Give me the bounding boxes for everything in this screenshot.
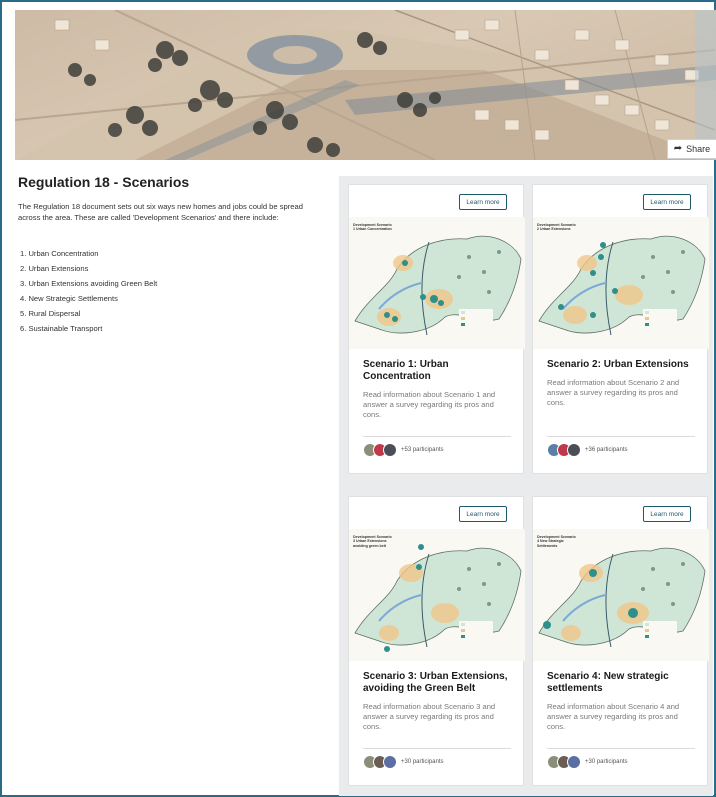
page-title: Regulation 18 - Scenarios <box>18 174 190 190</box>
scenario-card-1[interactable]: Learn more Development Scenario 1 Urban … <box>348 184 525 474</box>
card-description: Read information about Scenario 3 and an… <box>363 702 496 731</box>
participants-row[interactable]: +30 participants <box>547 755 628 769</box>
map-heading: Development Scenario 2 Urban Extensions <box>537 223 576 232</box>
card-divider <box>547 436 695 437</box>
avatar <box>383 443 397 457</box>
participants-count: +30 participants <box>585 759 628 765</box>
scenario-card-3[interactable]: Learn more Development Scenario 3 Urban … <box>348 496 525 786</box>
card-description: Read information about Scenario 1 and an… <box>363 390 496 419</box>
scenario-list-item: 4. New Strategic Settlements <box>20 294 118 303</box>
card-divider <box>363 436 511 437</box>
scenario-map-image: Development Scenario 2 Urban Extensions <box>533 217 709 349</box>
hero-image: ➦ Share <box>15 10 716 160</box>
learn-more-button[interactable]: Learn more <box>643 506 691 522</box>
avatar <box>567 443 581 457</box>
map-heading: Development Scenario 1 Urban Concentrati… <box>353 223 392 232</box>
card-description: Read information about Scenario 2 and an… <box>547 378 680 407</box>
scenario-map-image: Development Scenario 4 New Strategic Set… <box>533 529 709 661</box>
scenario-list-item: 1. Urban Concentration <box>20 249 99 258</box>
scenario-map-image: Development Scenario 1 Urban Concentrati… <box>349 217 525 349</box>
card-title[interactable]: Scenario 3: Urban Extensions, avoiding t… <box>363 671 515 695</box>
participants-row[interactable]: +30 participants <box>363 755 444 769</box>
participants-count: +30 participants <box>401 759 444 765</box>
card-divider <box>547 748 695 749</box>
learn-more-button[interactable]: Learn more <box>643 194 691 210</box>
avatar <box>383 755 397 769</box>
scenario-map-image: Development Scenario 3 Urban Extensions … <box>349 529 525 661</box>
card-divider <box>363 748 511 749</box>
scenario-card-4[interactable]: Learn more Development Scenario 4 New St… <box>532 496 709 786</box>
participants-row[interactable]: +53 participants <box>363 443 444 457</box>
map-heading: Development Scenario 4 New Strategic Set… <box>537 535 576 548</box>
avatar <box>567 755 581 769</box>
scenario-cards-panel: Learn more Development Scenario 1 Urban … <box>339 176 713 796</box>
scenario-list-item: 3. Urban Extensions avoiding Green Belt <box>20 279 158 288</box>
hero-model-illustration <box>15 10 716 160</box>
card-description: Read information about Scenario 4 and an… <box>547 702 680 731</box>
page-frame: ➦ Share Regulation 18 - Scenarios The Re… <box>0 0 716 797</box>
map-heading: Development Scenario 3 Urban Extensions … <box>353 535 392 548</box>
card-title[interactable]: Scenario 1: Urban Concentration <box>363 359 515 383</box>
scenario-list-item: 6. Sustainable Transport <box>20 324 103 333</box>
learn-more-button[interactable]: Learn more <box>459 194 507 210</box>
card-title[interactable]: Scenario 4: New strategic settlements <box>547 671 699 695</box>
learn-more-button[interactable]: Learn more <box>459 506 507 522</box>
share-arrow-icon: ➦ <box>673 143 683 154</box>
scenario-list-item: 5. Rural Dispersal <box>20 309 81 318</box>
scenario-list: 1. Urban Concentration 2. Urban Extensio… <box>20 246 157 336</box>
share-label: Share <box>686 144 711 154</box>
card-title[interactable]: Scenario 2: Urban Extensions <box>547 359 699 371</box>
scenario-card-2[interactable]: Learn more Development Scenario 2 Urban … <box>532 184 709 474</box>
participants-count: +36 participants <box>585 447 628 453</box>
participants-row[interactable]: +36 participants <box>547 443 628 457</box>
scenario-list-item: 2. Urban Extensions <box>20 264 89 273</box>
share-button[interactable]: ➦ Share <box>667 139 716 159</box>
participants-count: +53 participants <box>401 447 444 453</box>
intro-text: The Regulation 18 document sets out six … <box>18 202 303 222</box>
